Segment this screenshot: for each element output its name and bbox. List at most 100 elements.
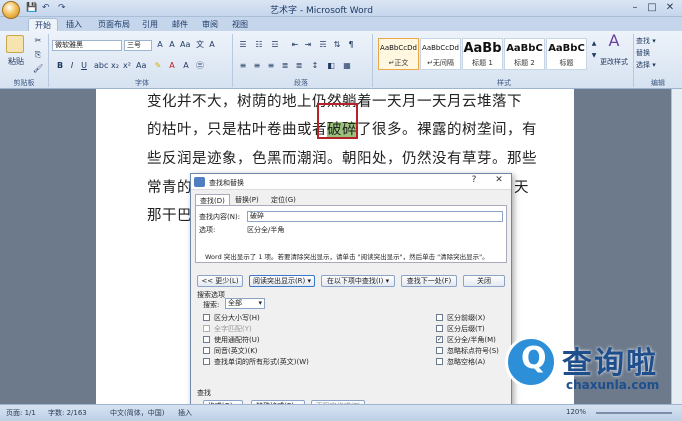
distribute-icon[interactable]: ≣ bbox=[294, 61, 304, 71]
cut-icon[interactable]: ✂ bbox=[33, 36, 43, 46]
match-prefix-checkbox[interactable] bbox=[436, 314, 443, 321]
phonetic-icon[interactable]: 文 bbox=[195, 40, 205, 50]
style-normal[interactable]: AaBbCcDd ↵正文 bbox=[378, 38, 419, 70]
ignore-punct-checkbox[interactable] bbox=[436, 347, 443, 354]
justify-icon[interactable]: ≣ bbox=[280, 61, 290, 71]
ignore-space-checkbox[interactable] bbox=[436, 358, 443, 365]
save-icon[interactable]: 💾 bbox=[26, 3, 37, 14]
vertical-scrollbar[interactable] bbox=[671, 89, 682, 404]
find-button[interactable]: 查找 ▾ bbox=[636, 36, 680, 47]
redo-icon[interactable]: ↷ bbox=[58, 3, 66, 14]
subscript-icon[interactable]: x₂ bbox=[110, 61, 120, 71]
show-marks-icon[interactable]: ¶ bbox=[346, 40, 356, 50]
undo-icon[interactable]: ↶ bbox=[42, 3, 50, 14]
format-painter-icon[interactable]: 🖌 bbox=[33, 64, 43, 74]
document-line: 天 bbox=[514, 176, 529, 197]
match-case-checkbox[interactable] bbox=[203, 314, 210, 321]
paste-button[interactable]: 粘贴 bbox=[6, 56, 26, 67]
change-styles-icon[interactable]: A bbox=[602, 33, 626, 53]
watermark-url: chaxunla.com bbox=[566, 378, 660, 392]
text-run: 那干巴 bbox=[147, 208, 192, 224]
bullets-icon[interactable]: ☰ bbox=[238, 40, 248, 50]
font-color-icon[interactable]: A bbox=[167, 61, 177, 71]
style-no-spacing[interactable]: AaBbCcDd ↵无间隔 bbox=[420, 38, 461, 70]
change-styles-button[interactable]: 更改样式 bbox=[598, 57, 630, 68]
reading-highlight-button[interactable]: 阅读突出显示(R) ▾ bbox=[249, 275, 315, 287]
select-button[interactable]: 选择 ▾ bbox=[636, 60, 680, 71]
grow-font-icon[interactable]: A bbox=[155, 40, 165, 50]
sort-icon[interactable]: ⇅ bbox=[332, 40, 342, 50]
replace-button[interactable]: 替换 bbox=[636, 48, 680, 59]
align-right-icon[interactable]: ≡ bbox=[266, 61, 276, 71]
clear-format-icon[interactable]: Aa bbox=[180, 40, 190, 50]
numbering-icon[interactable]: ☷ bbox=[254, 40, 264, 50]
sounds-like-checkbox[interactable] bbox=[203, 347, 210, 354]
bold-icon[interactable]: B bbox=[55, 61, 65, 71]
paste-icon[interactable] bbox=[6, 35, 24, 53]
ribbon-tabs: 开始 插入 页面布局 引用 邮件 审阅 视图 bbox=[0, 17, 682, 31]
minimize-button[interactable]: – bbox=[628, 2, 642, 14]
tab-view[interactable]: 视图 bbox=[226, 18, 254, 31]
underline-icon[interactable]: U bbox=[79, 61, 89, 71]
increase-indent-icon[interactable]: ⇥ bbox=[303, 40, 313, 50]
shrink-font-icon[interactable]: A bbox=[167, 40, 177, 50]
borders-icon[interactable]: ▦ bbox=[342, 61, 352, 71]
tab-references[interactable]: 引用 bbox=[136, 18, 164, 31]
align-left-icon[interactable]: ≡ bbox=[238, 61, 248, 71]
document-line: 那干巴 bbox=[147, 204, 192, 225]
styles-scroll-up-icon[interactable]: ▲ bbox=[589, 39, 599, 49]
char-shading-icon[interactable]: A bbox=[181, 61, 191, 71]
change-case-icon[interactable]: Aa bbox=[136, 61, 146, 71]
style-title[interactable]: AaBbC 标题 bbox=[546, 38, 587, 70]
help-button[interactable]: ? bbox=[467, 175, 481, 185]
word-forms-checkbox[interactable] bbox=[203, 358, 210, 365]
separator bbox=[372, 34, 373, 87]
dialog-close-button[interactable]: ✕ bbox=[492, 175, 506, 185]
char-border-icon[interactable]: A bbox=[207, 40, 217, 50]
page-indicator[interactable]: 页面: 1/1 bbox=[6, 408, 36, 418]
line-spacing-icon[interactable]: ↕ bbox=[310, 61, 320, 71]
wildcards-checkbox[interactable] bbox=[203, 336, 210, 343]
strikethrough-icon[interactable]: abc bbox=[94, 61, 108, 71]
align-center-icon[interactable]: ≡ bbox=[252, 61, 262, 71]
copy-icon[interactable]: ⎘ bbox=[33, 50, 43, 60]
chinese-layout-icon[interactable]: ☴ bbox=[318, 40, 328, 50]
tab-review[interactable]: 审阅 bbox=[196, 18, 224, 31]
style-heading-2[interactable]: AaBbC 标题 2 bbox=[504, 38, 545, 70]
font-family-combo[interactable]: 微软雅黑 bbox=[52, 40, 122, 51]
find-input[interactable]: 破碎 bbox=[247, 211, 503, 222]
tab-page-layout[interactable]: 页面布局 bbox=[92, 18, 136, 31]
style-name: 标题 1 bbox=[472, 59, 493, 67]
match-width-checkbox[interactable]: ✓ bbox=[436, 336, 443, 343]
insert-mode[interactable]: 插入 bbox=[178, 408, 192, 418]
less-button[interactable]: << 更少(L) bbox=[197, 275, 243, 287]
whole-word-checkbox[interactable] bbox=[203, 325, 210, 332]
close-button[interactable]: 关闭 bbox=[463, 275, 505, 287]
decrease-indent-icon[interactable]: ⇤ bbox=[290, 40, 300, 50]
find-next-button[interactable]: 查找下一处(F) bbox=[401, 275, 457, 287]
italic-icon[interactable]: I bbox=[67, 61, 77, 71]
highlight-icon[interactable]: ✎ bbox=[153, 61, 163, 71]
shading-icon[interactable]: ◧ bbox=[326, 61, 336, 71]
tab-home[interactable]: 开始 bbox=[28, 18, 58, 31]
office-button[interactable] bbox=[2, 1, 20, 19]
superscript-icon[interactable]: x² bbox=[122, 61, 132, 71]
style-heading-1[interactable]: AaBb 标题 1 bbox=[462, 38, 503, 70]
tab-insert[interactable]: 插入 bbox=[60, 18, 88, 31]
match-suffix-checkbox[interactable] bbox=[436, 325, 443, 332]
find-in-button[interactable]: 在以下项中查找(I) ▾ bbox=[321, 275, 395, 287]
font-size-combo[interactable]: 三号 bbox=[124, 40, 152, 51]
tab-mailings[interactable]: 邮件 bbox=[166, 18, 194, 31]
close-window-button[interactable]: ✕ bbox=[663, 2, 677, 14]
word-count[interactable]: 字数: 2/163 bbox=[48, 408, 87, 418]
search-direction-select[interactable]: 全部 ▾ bbox=[225, 298, 265, 309]
text-run: 的枯叶，只是枯叶卷曲或者 bbox=[147, 122, 327, 138]
language-indicator[interactable]: 中文(简体，中国) bbox=[110, 408, 164, 418]
maximize-button[interactable]: □ bbox=[645, 2, 659, 14]
paragraph-group-label: 段落 bbox=[294, 79, 308, 87]
zoom-level[interactable]: 120% bbox=[566, 408, 586, 416]
zoom-slider[interactable] bbox=[596, 412, 672, 414]
enclose-char-icon[interactable]: ㊂ bbox=[195, 61, 205, 71]
watermark-text: 查询啦 bbox=[562, 346, 658, 381]
multilevel-list-icon[interactable]: ☲ bbox=[270, 40, 280, 50]
